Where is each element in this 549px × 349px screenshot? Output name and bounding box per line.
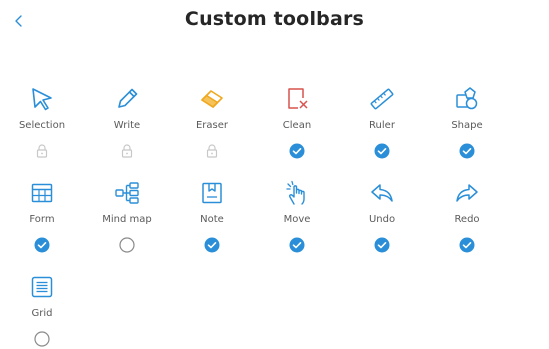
tool-redo[interactable]: Redo (427, 180, 507, 262)
tool-write[interactable]: Write (87, 86, 167, 168)
tool-label: Selection (18, 120, 66, 131)
tool-eraser[interactable]: Eraser (172, 86, 252, 168)
redo-icon (454, 180, 480, 206)
tool-label: Move (283, 214, 311, 225)
pen-icon (114, 86, 140, 112)
custom-toolbars-screen: Custom toolbars Selection Write Eraser C… (0, 0, 549, 349)
shapes-icon (454, 86, 480, 112)
checkmark-icon[interactable] (459, 237, 475, 253)
table-icon (29, 180, 55, 206)
tool-grid[interactable]: Grid (2, 274, 82, 349)
lock-icon (204, 143, 220, 159)
clean-page-icon (284, 86, 310, 112)
checkmark-icon[interactable] (289, 237, 305, 253)
tool-selection[interactable]: Selection (2, 86, 82, 168)
tool-undo[interactable]: Undo (342, 180, 422, 262)
mind-map-icon (114, 180, 140, 206)
tool-label: Ruler (369, 120, 395, 131)
tool-note[interactable]: Note (172, 180, 252, 262)
checkmark-icon[interactable] (34, 237, 50, 253)
unchecked-circle-icon[interactable] (34, 331, 50, 347)
ruler-icon (369, 86, 395, 112)
tool-label: Redo (454, 214, 480, 225)
tool-move[interactable]: Move (257, 180, 337, 262)
checkmark-icon[interactable] (289, 143, 305, 159)
tool-label: Shape (451, 120, 483, 131)
tool-clean[interactable]: Clean (257, 86, 337, 168)
page-title: Custom toolbars (184, 8, 365, 30)
tool-label: Mind map (102, 214, 152, 225)
tool-form[interactable]: Form (2, 180, 82, 262)
tool-shape[interactable]: Shape (427, 86, 507, 168)
tool-label: Undo (368, 214, 396, 225)
tool-label: Write (113, 120, 141, 131)
note-icon (199, 180, 225, 206)
selection-arrow-icon (29, 86, 55, 112)
tool-label: Grid (31, 308, 53, 319)
checkmark-icon[interactable] (459, 143, 475, 159)
checkmark-icon[interactable] (374, 237, 390, 253)
tool-ruler[interactable]: Ruler (342, 86, 422, 168)
eraser-icon (199, 86, 225, 112)
tool-label: Note (200, 214, 224, 225)
tool-mind-map[interactable]: Mind map (87, 180, 167, 262)
undo-icon (369, 180, 395, 206)
lock-icon (119, 143, 135, 159)
checkmark-icon[interactable] (204, 237, 220, 253)
tool-label: Eraser (195, 120, 229, 131)
tool-label: Clean (282, 120, 312, 131)
lock-icon (34, 143, 50, 159)
tool-label: Form (29, 214, 55, 225)
grid-lines-icon (29, 274, 55, 300)
checkmark-icon[interactable] (374, 143, 390, 159)
hand-move-icon (284, 180, 310, 206)
unchecked-circle-icon[interactable] (119, 237, 135, 253)
